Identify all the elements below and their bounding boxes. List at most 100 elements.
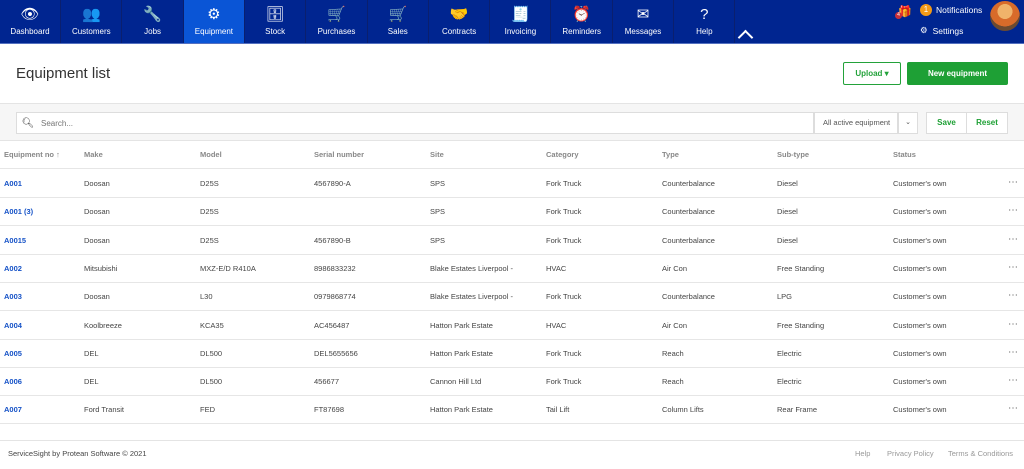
table-cell: Ford Transit	[84, 405, 125, 415]
table-cell: Fork Truck	[546, 207, 582, 217]
column-header[interactable]: Sub-type	[777, 141, 809, 169]
column-header[interactable]: Type	[662, 141, 679, 169]
table-cell: Free Standing	[777, 320, 825, 330]
table-cell: DEL	[84, 348, 99, 358]
copyright: ServiceSight by Protean Software © 2021	[8, 449, 147, 458]
column-header[interactable]: Make	[84, 141, 103, 169]
equipment-link[interactable]: A0015	[4, 227, 26, 255]
more-options-icon[interactable]: ⋯	[1008, 396, 1018, 422]
wrench-icon: 🔧	[143, 6, 162, 23]
nav-item-customers[interactable]: 👥 Customers	[61, 0, 123, 43]
upload-label: Upload	[855, 69, 883, 78]
table-row[interactable]: A005 DEL DL500 DEL5655656 Hatton Park Estate…	[0, 340, 1024, 368]
nav-item-jobs[interactable]: 🔧 Jobs	[123, 0, 184, 43]
table-cell: Fork Truck	[546, 292, 582, 302]
table-row[interactable]: A004 Koolbreeze KCA35 AC456487 Hatton Park E…	[0, 312, 1024, 340]
equipment-link[interactable]: A003	[4, 283, 22, 311]
new-equipment-button[interactable]: New equipment	[907, 62, 1008, 85]
search-box: 🔍︎	[16, 112, 814, 134]
table-cell: 4567890-B	[314, 235, 351, 245]
table-cell: Diesel	[777, 179, 798, 188]
more-options-icon[interactable]: ⋯	[1008, 198, 1018, 224]
equipment-link[interactable]: A007	[4, 396, 22, 424]
table-cell: Counterbalance	[662, 235, 715, 245]
column-header[interactable]: Equipment no ↑	[4, 141, 60, 169]
table-cell: 8986833232	[314, 263, 356, 273]
table-row[interactable]: A0015 Doosan D25S 4567890-B SPS Fork Truck Cou…	[0, 227, 1024, 255]
save-button[interactable]: Save	[926, 112, 967, 134]
table-cell: Customer's own	[893, 405, 947, 415]
nav-item-purchases[interactable]: 🛒 Purchases	[307, 0, 368, 43]
column-header[interactable]: Model	[200, 141, 222, 169]
footer-link-help[interactable]: Help	[855, 449, 870, 458]
settings-link[interactable]: ⚙ Settings	[920, 25, 963, 36]
column-header[interactable]: Site	[430, 141, 444, 169]
more-options-icon[interactable]: ⋯	[1008, 312, 1018, 338]
equipment-link[interactable]: A002	[4, 255, 22, 283]
equipment-filter-select[interactable]: All active equipment	[814, 112, 898, 134]
nav-label: Invoicing	[504, 27, 537, 36]
notifications-link[interactable]: 1 Notifications	[920, 4, 982, 16]
table-cell: Fork Truck	[546, 235, 582, 245]
column-header[interactable]: Status	[893, 141, 916, 169]
table-row[interactable]: A006 DEL DL500 456677 Cannon Hill Ltd Fork Tr…	[0, 368, 1024, 397]
table-cell: Electric	[777, 377, 802, 387]
nav-label: Jobs	[144, 27, 162, 36]
column-header[interactable]: Category	[546, 141, 579, 169]
notifications-label: Notifications	[936, 5, 983, 15]
more-options-icon[interactable]: ⋯	[1008, 340, 1018, 366]
collapse-nav-icon[interactable]	[737, 29, 754, 46]
upload-button[interactable]: Upload ▾	[843, 62, 901, 85]
table-cell: Doosan	[84, 207, 110, 217]
chevron-down-icon[interactable]: ⌄	[898, 112, 918, 134]
nav-item-help[interactable]: ? Help	[674, 0, 736, 43]
nav-item-reminders[interactable]: ⏰ Reminders	[552, 0, 613, 43]
nav-label: Messages	[624, 27, 662, 36]
more-options-icon[interactable]: ⋯	[1008, 255, 1018, 281]
search-input[interactable]	[39, 118, 739, 128]
table-cell: KCA35	[200, 320, 224, 330]
more-options-icon[interactable]: ⋯	[1008, 227, 1018, 253]
more-options-icon[interactable]: ⋯	[1008, 170, 1018, 196]
table-cell: Doosan	[84, 292, 110, 302]
nav-item-sales[interactable]: 🛒 Sales	[368, 0, 429, 43]
nav-item-dashboard[interactable]: 👁 Dashboard	[0, 0, 61, 43]
handshake-icon: 🤝	[449, 6, 469, 23]
nav-item-messages[interactable]: ✉ Messages	[613, 0, 674, 43]
table-cell: MXZ-E/D R410A	[200, 263, 256, 273]
column-header[interactable]: Serial number	[314, 141, 364, 169]
equipment-link[interactable]: A004	[4, 312, 22, 340]
nav-item-invoicing[interactable]: 🧾 Invoicing	[490, 0, 552, 43]
nav-item-contracts[interactable]: 🤝 Contracts	[429, 0, 491, 43]
eye-icon: 👁	[20, 6, 40, 23]
table-cell: Doosan	[84, 235, 110, 245]
nav-label: Sales	[387, 27, 408, 36]
footer-link-terms[interactable]: Terms & Conditions	[948, 449, 1013, 458]
table-row[interactable]: A001 (3) Doosan D25S SPS Fork Truck Counterba…	[0, 198, 1024, 227]
invoice-icon: 🧾	[511, 6, 530, 23]
equipment-link[interactable]: A001 (3)	[4, 198, 33, 226]
nav-item-stock[interactable]: 🗄 Stock	[245, 0, 307, 43]
table-row[interactable]: A002 Mitsubishi MXZ-E/D R410A 8986833232 Bla…	[0, 255, 1024, 283]
table-row[interactable]: A001 Doosan D25S 4567890-A SPS Fork Truck Coun…	[0, 170, 1024, 198]
table-cell: Customer's own	[893, 292, 947, 302]
equipment-link[interactable]: A001	[4, 170, 22, 198]
table-cell: DL500	[200, 377, 223, 387]
table-row[interactable]: A007 Ford Transit FED FT87698 Hatton Park Es…	[0, 396, 1024, 425]
nav-item-equipment[interactable]: ⚙ Equipment	[183, 0, 245, 43]
gift-badge: 4	[895, 12, 902, 19]
table-cell: Hatton Park Estate	[430, 405, 493, 415]
table-cell: Doosan	[84, 179, 110, 188]
more-options-icon[interactable]: ⋯	[1008, 283, 1018, 309]
footer-link-privacy[interactable]: Privacy Policy	[887, 449, 934, 458]
reset-button[interactable]: Reset	[966, 112, 1008, 134]
equipment-link[interactable]: A005	[4, 340, 22, 368]
table-row[interactable]: A003 Doosan L30 0979868774 Blake Estates Liv…	[0, 283, 1024, 312]
page-title: Equipment list	[16, 65, 111, 82]
equipment-link[interactable]: A006	[4, 368, 22, 396]
table-cell: DL500	[200, 348, 223, 358]
table-cell: Blake Estates Liverpool -	[430, 292, 513, 302]
table-cell: HVAC	[546, 320, 567, 330]
more-options-icon[interactable]: ⋯	[1008, 368, 1018, 394]
avatar[interactable]	[990, 1, 1020, 31]
